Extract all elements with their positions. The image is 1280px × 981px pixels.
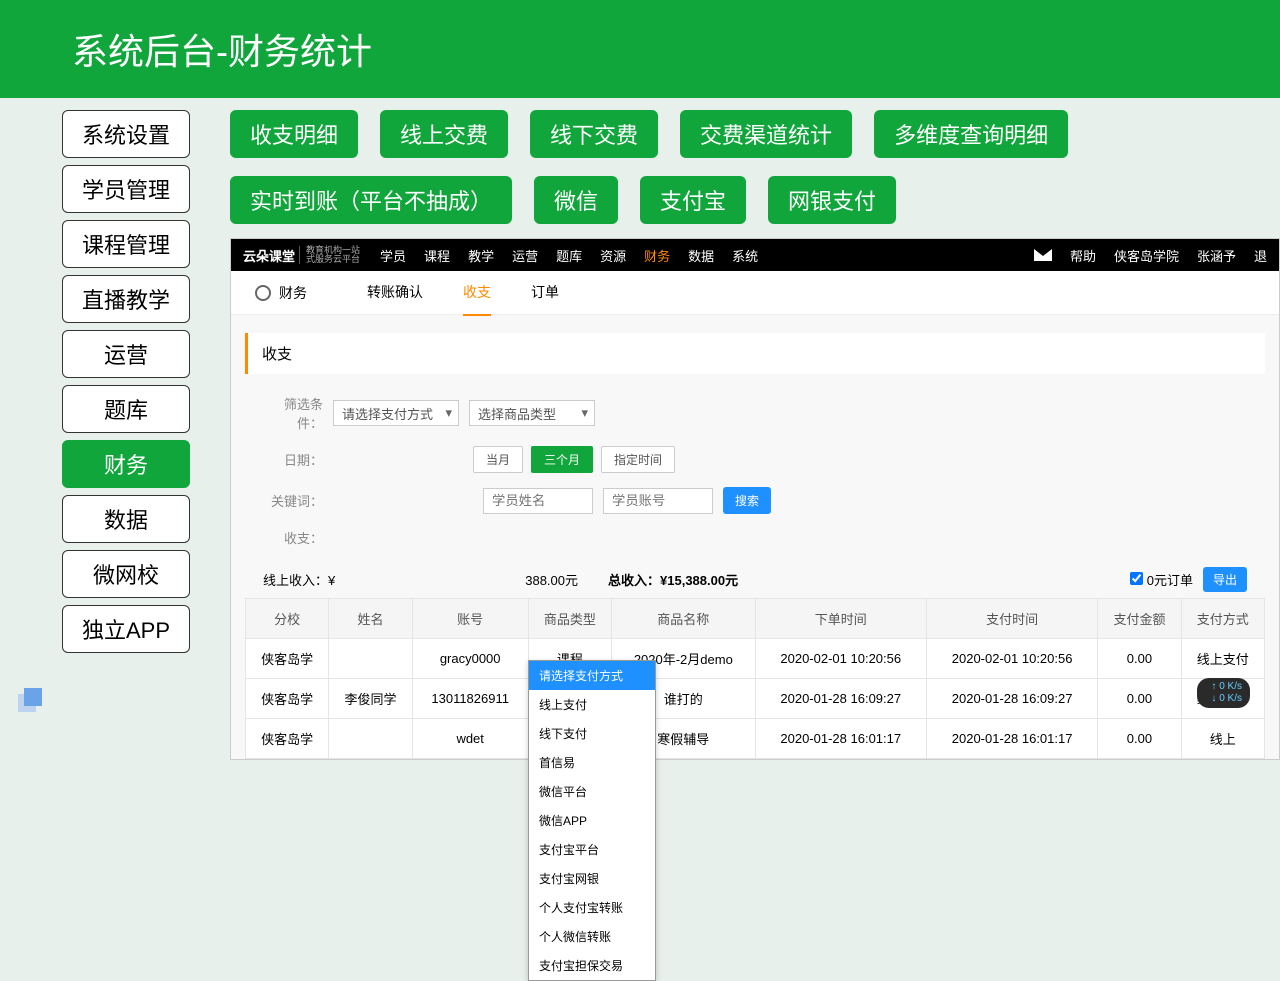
nav-item[interactable]: 资源 xyxy=(600,246,626,265)
online-income: 线上收入：¥ xyxy=(263,570,335,589)
zero-order-checkbox[interactable]: 0元订单 xyxy=(1130,570,1193,589)
tab[interactable]: 转账确认 xyxy=(367,270,423,316)
help-link[interactable]: 帮助 xyxy=(1070,246,1096,265)
sidebar-item[interactable]: 运营 xyxy=(62,330,190,378)
date-range-button[interactable]: 三个月 xyxy=(531,446,593,473)
feature-pill[interactable]: 多维度查询明细 xyxy=(874,110,1068,158)
filter-label: 筛选条件： xyxy=(263,394,323,432)
mail-icon[interactable] xyxy=(1034,249,1052,261)
total-income: 总收入：¥15,388.00元 xyxy=(608,570,738,589)
app-topbar: 云朵课堂 教育机构一站式服务云平台 学员课程教学运营题库资源财务数据系统 帮助 … xyxy=(231,239,1279,271)
user-name[interactable]: 张涵予 xyxy=(1197,246,1236,265)
sidebar-item[interactable]: 题库 xyxy=(62,385,190,433)
dropdown-option[interactable]: 支付宝平台 xyxy=(529,835,655,864)
section-title: 收支 xyxy=(245,333,1265,374)
sidebar-item[interactable]: 直播教学 xyxy=(62,275,190,323)
dropdown-option[interactable]: 支付宝担保交易 xyxy=(529,951,655,980)
sidebar-item[interactable]: 数据 xyxy=(62,495,190,543)
tab[interactable]: 收支 xyxy=(463,270,491,316)
balance-label: 收支： xyxy=(263,528,323,547)
feature-pill[interactable]: 网银支付 xyxy=(768,176,896,224)
page-title: 系统后台-财务统计 xyxy=(72,23,372,75)
pill-row: 收支明细线上交费线下交费交费渠道统计多维度查询明细实时到账（平台不抽成） 微信支付… xyxy=(230,110,1280,224)
decoration-icon xyxy=(18,688,42,712)
dropdown-option[interactable]: 个人微信转账 xyxy=(529,922,655,951)
sidebar-item[interactable]: 财务 xyxy=(62,440,190,488)
feature-pill[interactable]: 支付宝 xyxy=(640,176,746,224)
main: 系统设置学员管理课程管理直播教学运营题库财务数据微网校独立APP 收支明细线上交… xyxy=(0,98,1280,760)
feature-pill[interactable]: 线上交费 xyxy=(380,110,508,158)
date-label: 日期： xyxy=(263,450,323,469)
tab[interactable]: 订单 xyxy=(531,270,559,316)
nav-item[interactable]: 教学 xyxy=(468,246,494,265)
search-button[interactable]: 搜索 xyxy=(723,487,771,514)
pay-method-select[interactable]: 请选择支付方式 xyxy=(333,400,459,426)
account-input[interactable] xyxy=(603,488,713,514)
subnav-tabs: 转账确认收支订单 xyxy=(367,270,559,316)
sidebar-item[interactable]: 系统设置 xyxy=(62,110,190,158)
dropdown-option[interactable]: 线上支付 xyxy=(529,690,655,719)
school-name: 侠客岛学院 xyxy=(1114,246,1179,265)
table-row[interactable]: 侠客岛学gracy0000课程2020年-2月demo2020-02-01 10… xyxy=(246,639,1265,679)
pay-method-dropdown[interactable]: 请选择支付方式线上支付线下支付首信易微信平台微信APP支付宝平台支付宝网银个人支… xyxy=(528,660,656,981)
content: 收支明细线上交费线下交费交费渠道统计多维度查询明细实时到账（平台不抽成） 微信支付… xyxy=(190,110,1280,760)
name-input[interactable] xyxy=(483,488,593,514)
subnav-title: 财务 xyxy=(255,283,307,303)
dropdown-option[interactable]: 首信易 xyxy=(529,748,655,777)
embedded-app: 云朵课堂 教育机构一站式服务云平台 学员课程教学运营题库资源财务数据系统 帮助 … xyxy=(230,238,1280,760)
date-range-button[interactable]: 当月 xyxy=(473,446,523,473)
sidebar-item[interactable]: 学员管理 xyxy=(62,165,190,213)
table-header: 分校姓名账号商品类型商品名称下单时间支付时间支付金额支付方式 xyxy=(246,599,1265,639)
dropdown-option[interactable]: 微信APP xyxy=(529,806,655,835)
speed-widget: ↑ 0 K/s↓ 0 K/s xyxy=(1197,678,1250,708)
feature-pill[interactable]: 收支明细 xyxy=(230,110,358,158)
date-range-button[interactable]: 指定时间 xyxy=(601,446,675,473)
feature-pill[interactable]: 微信 xyxy=(534,176,618,224)
nav-item[interactable]: 学员 xyxy=(380,246,406,265)
nav-item[interactable]: 题库 xyxy=(556,246,582,265)
dropdown-option[interactable]: 请选择支付方式 xyxy=(529,661,655,690)
keyword-label: 关键词： xyxy=(263,491,323,510)
nav-item[interactable]: 运营 xyxy=(512,246,538,265)
product-type-select[interactable]: 选择商品类型 xyxy=(469,400,595,426)
sub-nav: 财务 转账确认收支订单 xyxy=(231,271,1279,315)
dropdown-option[interactable]: 微信平台 xyxy=(529,777,655,806)
dropdown-option[interactable]: 支付宝网银 xyxy=(529,864,655,893)
app-body: 收支 筛选条件： 请选择支付方式 选择商品类型 日期： 当月三个月指定时间 关键… xyxy=(231,315,1279,759)
dropdown-option[interactable]: 个人支付宝转账 xyxy=(529,893,655,922)
page-header: 系统后台-财务统计 xyxy=(0,0,1280,98)
user-icon xyxy=(255,285,271,301)
topbar-right: 帮助 侠客岛学院 张涵予 退 xyxy=(1034,246,1267,265)
logout-link[interactable]: 退 xyxy=(1254,246,1267,265)
nav-item[interactable]: 课程 xyxy=(424,246,450,265)
dropdown-option[interactable]: 线下支付 xyxy=(529,719,655,748)
export-button[interactable]: 导出 xyxy=(1203,567,1247,592)
summary-bar: 线上收入：¥ 388.00元 总收入：¥15,388.00元 0元订单 导出 xyxy=(245,561,1265,598)
filters: 筛选条件： 请选择支付方式 选择商品类型 日期： 当月三个月指定时间 关键词： … xyxy=(245,394,1265,547)
feature-pill[interactable]: 交费渠道统计 xyxy=(680,110,852,158)
nav-item[interactable]: 数据 xyxy=(688,246,714,265)
nav-item[interactable]: 财务 xyxy=(644,246,670,265)
sidebar-item[interactable]: 课程管理 xyxy=(62,220,190,268)
feature-pill[interactable]: 实时到账（平台不抽成） xyxy=(230,176,512,224)
data-table: 分校姓名账号商品类型商品名称下单时间支付时间支付金额支付方式 侠客岛学gracy… xyxy=(245,598,1265,759)
sidebar-item[interactable]: 独立APP xyxy=(62,605,190,653)
sidebar-item[interactable]: 微网校 xyxy=(62,550,190,598)
nav-item[interactable]: 系统 xyxy=(732,246,758,265)
brand-logo: 云朵课堂 教育机构一站式服务云平台 xyxy=(243,246,360,265)
top-nav: 学员课程教学运营题库资源财务数据系统 xyxy=(380,246,758,265)
table-row[interactable]: 侠客岛学wdet课程寒假辅导2020-01-28 16:01:172020-01… xyxy=(246,719,1265,759)
table-row[interactable]: 侠客岛学李俊同学13011826911课程谁打的2020-01-28 16:09… xyxy=(246,679,1265,719)
feature-pill[interactable]: 线下交费 xyxy=(530,110,658,158)
sidebar: 系统设置学员管理课程管理直播教学运营题库财务数据微网校独立APP xyxy=(62,110,190,760)
